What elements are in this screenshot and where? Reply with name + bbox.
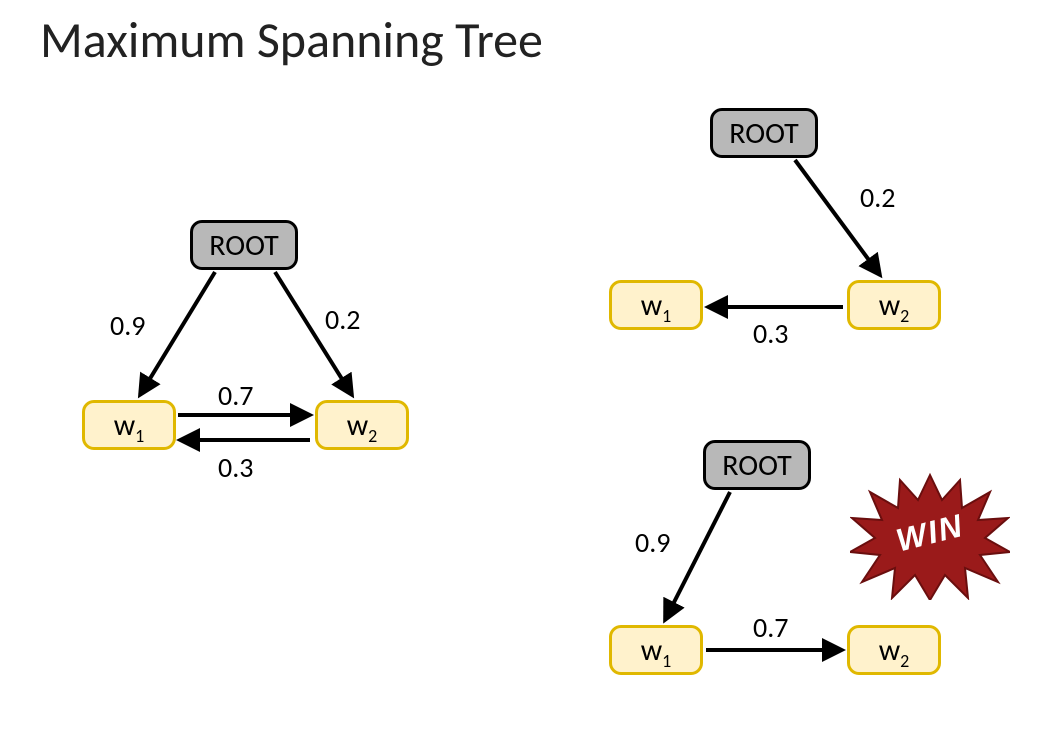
w-label: w1: [641, 287, 672, 324]
left-label-w1-w2: 0.7: [218, 378, 253, 413]
tr-root-node: ROOT: [710, 108, 818, 158]
root-label: ROOT: [729, 115, 799, 152]
tr-label-root-w2: 0.2: [860, 180, 895, 215]
left-label-w2-w1: 0.3: [218, 450, 253, 485]
w-label: w1: [641, 632, 672, 669]
left-edge-root-w1: [140, 272, 215, 395]
left-w2-node: w2: [315, 400, 409, 450]
br-w1-node: w1: [609, 625, 703, 675]
w-label: w2: [879, 632, 910, 669]
br-label-w1-w2: 0.7: [753, 610, 788, 645]
left-label-root-w2: 0.2: [325, 302, 360, 337]
br-edge-root-w1: [665, 492, 730, 620]
left-root-node: ROOT: [190, 220, 298, 270]
left-label-root-w1: 0.9: [110, 308, 145, 343]
tr-w1-node: w1: [609, 280, 703, 330]
w-label: w1: [114, 407, 145, 444]
tr-label-w2-w1: 0.3: [753, 316, 788, 351]
br-label-root-w1: 0.9: [635, 525, 670, 560]
br-root-node: ROOT: [703, 440, 811, 490]
root-label: ROOT: [722, 447, 792, 484]
w-label: w2: [347, 407, 378, 444]
win-badge: WIN: [850, 470, 1010, 600]
w-label: w2: [879, 287, 910, 324]
left-w1-node: w1: [82, 400, 176, 450]
page-title: Maximum Spanning Tree: [40, 10, 543, 71]
tr-edge-root-w2: [795, 160, 880, 275]
tr-w2-node: w2: [847, 280, 941, 330]
br-w2-node: w2: [847, 625, 941, 675]
root-label: ROOT: [209, 227, 279, 264]
